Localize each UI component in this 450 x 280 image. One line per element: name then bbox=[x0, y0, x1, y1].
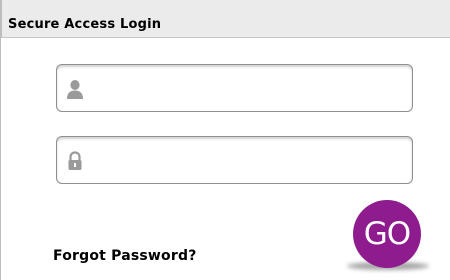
username-field[interactable] bbox=[56, 64, 413, 112]
login-panel: Secure Access Login Forgot Password? GO bbox=[0, 0, 450, 280]
forgot-password-link[interactable]: Forgot Password? bbox=[53, 248, 197, 264]
lock-icon bbox=[66, 151, 84, 171]
password-field[interactable] bbox=[56, 136, 413, 184]
page-title: Secure Access Login bbox=[8, 17, 162, 32]
username-input[interactable] bbox=[91, 71, 403, 105]
go-button[interactable]: GO bbox=[353, 200, 421, 268]
password-input[interactable] bbox=[91, 143, 403, 177]
user-icon bbox=[66, 79, 84, 99]
panel-header: Secure Access Login bbox=[1, 0, 450, 38]
